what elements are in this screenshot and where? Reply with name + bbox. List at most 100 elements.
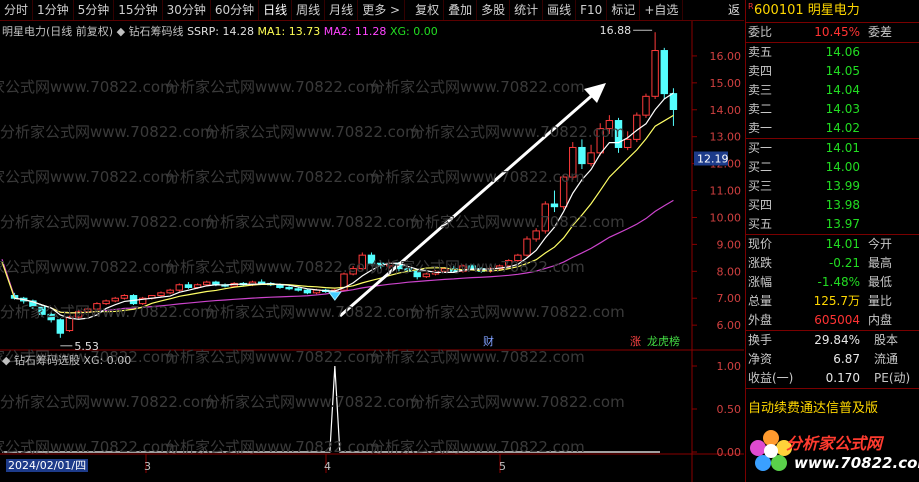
candle-body — [660, 50, 668, 95]
dragon-tiger-badge[interactable]: 龙虎榜 — [646, 335, 681, 348]
stat2-row-2: 净资 6.87 流通 — [746, 350, 919, 369]
candle-body — [550, 203, 559, 208]
y-axis-label: 6.00 — [717, 319, 742, 332]
y-axis-label: 13.00 — [710, 131, 742, 144]
x-axis-label-5: 5 — [499, 460, 506, 473]
period-tab-60min[interactable]: 60分钟 — [211, 0, 260, 20]
y-axis-label: 15.00 — [710, 77, 742, 90]
kline-chart[interactable]: 6.007.008.009.0010.0011.0012.0013.0014.0… — [0, 21, 744, 482]
candle-body — [596, 128, 604, 154]
stat-row-5-label2: 内盘 — [868, 313, 893, 327]
bid-row-1-label: 买一 — [748, 141, 773, 155]
stat-row-4: 总量 125.7万 量比 — [746, 292, 919, 311]
bid-row-5-value: 13.97 — [825, 217, 860, 231]
add-watchlist-button[interactable]: +自选 — [640, 0, 684, 20]
candle-body — [93, 303, 101, 310]
statistics-button[interactable]: 统计 — [510, 0, 544, 20]
period-tab-weekly[interactable]: 周线 — [292, 0, 326, 20]
low-price-label: 5.53 — [74, 340, 99, 353]
stat2-row-3: 收益(一) 0.170 PE(动) — [746, 369, 919, 388]
candle-body — [569, 146, 577, 178]
stats-list: 现价 14.01 今开 涨跌 -0.21 最高 涨幅 -1.48% 最低 总量 125.7万 量比 外盘… — [746, 235, 919, 330]
indicator-panel-title[interactable]: 钻石筹码选股 — [14, 354, 80, 367]
candle-body — [514, 254, 522, 262]
period-tab-30min[interactable]: 30分钟 — [163, 0, 211, 20]
return-button[interactable]: 返 — [724, 0, 744, 20]
finance-badge[interactable]: 财 — [482, 335, 495, 348]
stat2-row-2-value: 6.87 — [833, 352, 860, 366]
ask-row-3-value: 14.04 — [825, 83, 860, 97]
stat2-row-2-label2: 流通 — [874, 352, 899, 366]
weibi-value: 10.45% — [814, 25, 860, 39]
multi-stock-button[interactable]: 多股 — [477, 0, 511, 20]
scrolling-ticker[interactable]: 自动续费通达信普及版 — [746, 400, 919, 418]
candle-body — [541, 203, 550, 232]
period-tab-daily[interactable]: 日线 — [259, 0, 293, 20]
candle-body — [367, 254, 376, 264]
ask-row-2: 卖四 14.05 — [746, 62, 919, 81]
f10-button[interactable]: F10 — [576, 0, 608, 20]
ma1-value: MA1: 13.73 — [257, 25, 321, 38]
period-toolbar: 分时 1分钟 5分钟 15分钟 30分钟 60分钟 日线 周线 月线 更多 > … — [0, 0, 744, 21]
site-logo: 分析家公式网 www.70822.com — [746, 424, 919, 482]
period-tab-15min[interactable]: 15分钟 — [114, 0, 163, 20]
ask-row-1-label: 卖五 — [748, 45, 773, 59]
candle-body — [285, 286, 293, 290]
mark-button[interactable]: 标记 — [607, 0, 641, 20]
candle-body — [422, 273, 431, 278]
divider — [746, 388, 919, 389]
stat-row-5: 外盘 605004 内盘 — [746, 311, 919, 330]
stat-row-4-label2: 量比 — [868, 294, 893, 308]
stat-row-5-label: 外盘 — [748, 313, 773, 327]
stats-list-2: 换手 29.84% 股本 净资 6.87 流通 收益(一) 0.170 PE(动) — [746, 331, 919, 388]
candle-body — [56, 319, 65, 334]
stat-row-2: 涨跌 -0.21 最高 — [746, 254, 919, 273]
stat-row-3-label: 涨幅 — [748, 275, 773, 289]
stat2-row-1-label2: 股本 — [874, 333, 899, 347]
candle-body — [84, 308, 92, 313]
stat-row-3-label2: 最低 — [868, 275, 893, 289]
bid-row-4-label: 买四 — [748, 198, 773, 212]
stat-row-2-label: 涨跌 — [748, 256, 773, 270]
ask-row-2-value: 14.05 — [825, 64, 860, 78]
candle-body — [120, 295, 129, 299]
overlay-button[interactable]: 叠加 — [444, 0, 478, 20]
indicator-settings-icon[interactable]: ◆ — [117, 25, 125, 38]
stat-row-1-value: 14.01 — [825, 237, 860, 251]
period-more-button[interactable]: 更多 > — [358, 0, 406, 20]
ssrp-value: SSRP: 14.28 — [187, 25, 254, 38]
period-tab-fenshi[interactable]: 分时 — [0, 0, 34, 20]
candle-body — [532, 230, 540, 240]
adjust-button[interactable]: 复权 — [411, 0, 445, 20]
candle-body — [111, 297, 119, 302]
bid-row-3-value: 13.99 — [825, 179, 860, 193]
stat2-row-3-label2: PE(动) — [874, 371, 911, 385]
bid-row-2-value: 14.00 — [825, 160, 860, 174]
indicator-settings-icon[interactable]: ◆ — [2, 354, 10, 367]
period-tab-monthly[interactable]: 月线 — [325, 0, 359, 20]
limit-up-badge[interactable]: 涨 — [629, 335, 642, 348]
stat2-row-2-label: 净资 — [748, 352, 773, 366]
period-tab-5min[interactable]: 5分钟 — [74, 0, 115, 20]
draw-line-button[interactable]: 画线 — [543, 0, 577, 20]
indicator-name[interactable]: 钻石筹码线 — [129, 25, 184, 38]
indicator-axis-label: 0.50 — [717, 403, 742, 416]
weibi-row: 委比 10.45% 委差 — [746, 23, 919, 42]
stat-row-2-label2: 最高 — [868, 256, 893, 270]
stat-row-3-value: -1.48% — [817, 275, 860, 289]
indicator-axis-label: 0.00 — [717, 446, 742, 459]
bid-row-3-label: 买三 — [748, 179, 773, 193]
y-axis-label: 10.00 — [710, 211, 742, 224]
cursor-date-label: 2024/02/01/四 — [6, 459, 89, 472]
bid-row-1-value: 14.01 — [825, 141, 860, 155]
candle-body — [47, 313, 55, 321]
x-axis-label-3: 3 — [144, 460, 151, 473]
y-axis-label: 11.00 — [710, 185, 742, 198]
high-price-label: 16.88 — [600, 24, 632, 37]
chart-area[interactable]: 6.007.008.009.0010.0011.0012.0013.0014.0… — [0, 21, 744, 482]
logo-text: 分析家公式网 — [786, 434, 883, 453]
weicha-label: 委差 — [868, 25, 893, 39]
ask-row-4-value: 14.03 — [825, 102, 860, 116]
period-tab-1min[interactable]: 1分钟 — [33, 0, 74, 20]
stat-row-4-label: 总量 — [748, 294, 773, 308]
